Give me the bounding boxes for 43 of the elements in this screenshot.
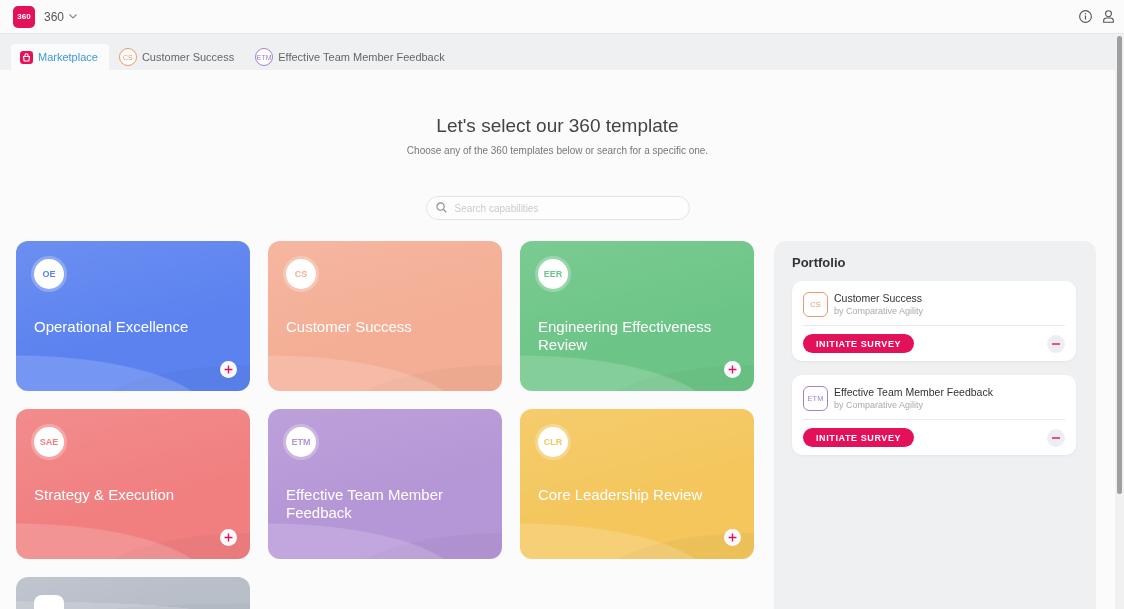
template-initials: ETM (286, 427, 316, 457)
initials-icon (34, 595, 64, 609)
product-dropdown[interactable]: 360 (44, 9, 78, 24)
template-card[interactable]: ETM Effective Team Member Feedback (268, 409, 502, 559)
remove-icon[interactable] (1047, 334, 1065, 353)
template-card[interactable]: SAE Strategy & Execution (16, 409, 250, 559)
template-card[interactable]: EER Engineering Effectiveness Review (520, 241, 754, 391)
app-logo[interactable]: 360 (13, 5, 35, 28)
card-title: Effective Team Member Feedback (286, 486, 444, 522)
scrollbar[interactable] (1115, 34, 1124, 609)
tab[interactable]: Marketplace (11, 44, 109, 70)
card-title: Engineering Effectiveness Review (538, 318, 713, 354)
template-initials: CLR (538, 427, 568, 457)
card-title: Strategy & Execution (34, 486, 176, 504)
item-name: Effective Team Member Feedback (834, 386, 993, 399)
template-initials: OE (34, 259, 64, 289)
add-icon[interactable] (220, 529, 237, 546)
template-initials: CS (286, 259, 316, 289)
template-initials: EER (538, 259, 568, 289)
page-title: Let's select our 360 template (436, 115, 679, 137)
card-title: Customer Success (286, 318, 413, 336)
page-subtitle: Choose any of the 360 templates below or search for a specific one. (406, 145, 709, 157)
initiate-survey-button[interactable]: INITIATE SURVEY (803, 428, 915, 447)
template-initials: SAE (34, 427, 64, 457)
template-card[interactable]: OE Operational Excellence (16, 241, 250, 391)
add-icon[interactable] (724, 529, 741, 546)
panel-title: Portfolio (792, 255, 847, 271)
shopping-bag-icon (20, 50, 33, 64)
search-icon (435, 202, 447, 213)
card-title: Operational Excellence (34, 318, 190, 336)
info-icon[interactable] (1079, 10, 1092, 23)
add-icon[interactable] (220, 361, 237, 378)
card-title: Core Leadership Review (538, 486, 704, 504)
item-name: Customer Success (834, 292, 924, 305)
add-icon[interactable] (724, 361, 741, 378)
chevron-down-icon (69, 14, 78, 19)
item-author: by Comparative Agility (834, 305, 924, 317)
scrollbar-thumb[interactable] (1117, 36, 1122, 494)
item-author: by Comparative Agility (834, 399, 925, 411)
remove-icon[interactable] (1047, 428, 1065, 447)
template-card[interactable]: CS Customer Success (268, 241, 502, 391)
user-icon[interactable] (1103, 10, 1114, 23)
initiate-survey-button[interactable]: INITIATE SURVEY (803, 334, 915, 353)
